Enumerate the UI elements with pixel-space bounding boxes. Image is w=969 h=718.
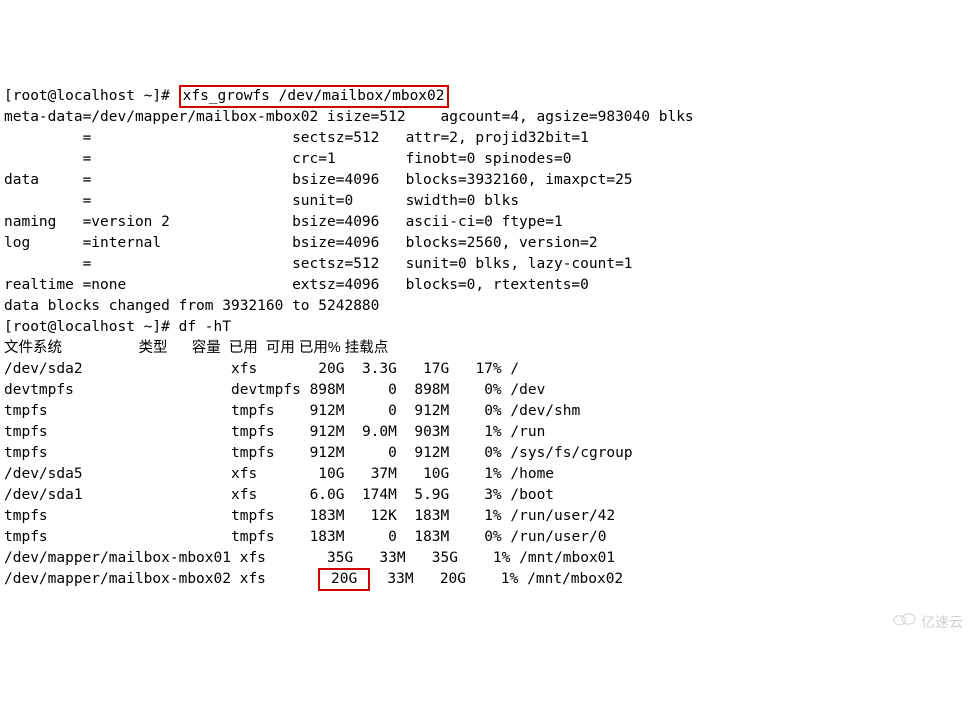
cloud-icon bbox=[875, 590, 917, 654]
growfs-line: = sectsz=512 attr=2, projid32bit=1 bbox=[4, 130, 589, 146]
growfs-line: realtime =none extsz=4096 blocks=0, rtex… bbox=[4, 277, 589, 293]
command-2: df -hT bbox=[179, 319, 231, 335]
growfs-line: naming =version 2 bsize=4096 ascii-ci=0 … bbox=[4, 214, 563, 230]
df-header: 文件系统 类型 容量 已用 可用 已用% 挂载点 bbox=[4, 340, 388, 356]
df-row: tmpfs tmpfs 912M 9.0M 903M 1% /run bbox=[4, 424, 545, 440]
df-row: /dev/mapper/mailbox-mbox01 xfs 35G 33M 3… bbox=[4, 550, 615, 566]
df-row-highlighted: /dev/mapper/mailbox-mbox02 xfs 20G 33M 2… bbox=[4, 571, 623, 587]
growfs-line: = sunit=0 swidth=0 blks bbox=[4, 193, 519, 209]
df-row: /dev/sda1 xfs 6.0G 174M 5.9G 3% /boot bbox=[4, 487, 554, 503]
df-row: tmpfs tmpfs 183M 0 183M 0% /run/user/0 bbox=[4, 529, 606, 545]
growfs-line: data blocks changed from 3932160 to 5242… bbox=[4, 298, 379, 314]
watermark: 亿速云 bbox=[875, 590, 963, 654]
watermark-text: 亿速云 bbox=[921, 612, 963, 633]
df-row: devtmpfs devtmpfs 898M 0 898M 0% /dev bbox=[4, 382, 545, 398]
df-row: /dev/sda2 xfs 20G 3.3G 17G 17% / bbox=[4, 361, 519, 377]
growfs-line: log =internal bsize=4096 blocks=2560, ve… bbox=[4, 235, 598, 251]
growfs-line: data = bsize=4096 blocks=3932160, imaxpc… bbox=[4, 172, 633, 188]
df-row: tmpfs tmpfs 183M 12K 183M 1% /run/user/4… bbox=[4, 508, 615, 524]
df-row: tmpfs tmpfs 912M 0 912M 0% /sys/fs/cgrou… bbox=[4, 445, 633, 461]
terminal-output: [root@localhost ~]# xfs_growfs /dev/mail… bbox=[4, 88, 694, 587]
growfs-line: = sectsz=512 sunit=0 blks, lazy-count=1 bbox=[4, 256, 633, 272]
shell-prompt: [root@localhost ~]# bbox=[4, 319, 179, 335]
highlighted-command-1: xfs_growfs /dev/mailbox/mbox02 bbox=[179, 85, 449, 108]
shell-prompt: [root@localhost ~]# bbox=[4, 88, 179, 104]
df-row: tmpfs tmpfs 912M 0 912M 0% /dev/shm bbox=[4, 403, 580, 419]
df-row: /dev/sda5 xfs 10G 37M 10G 1% /home bbox=[4, 466, 554, 482]
growfs-line: = crc=1 finobt=0 spinodes=0 bbox=[4, 151, 571, 167]
growfs-line: meta-data=/dev/mapper/mailbox-mbox02 isi… bbox=[4, 109, 694, 125]
highlighted-size: 20G bbox=[318, 568, 370, 591]
